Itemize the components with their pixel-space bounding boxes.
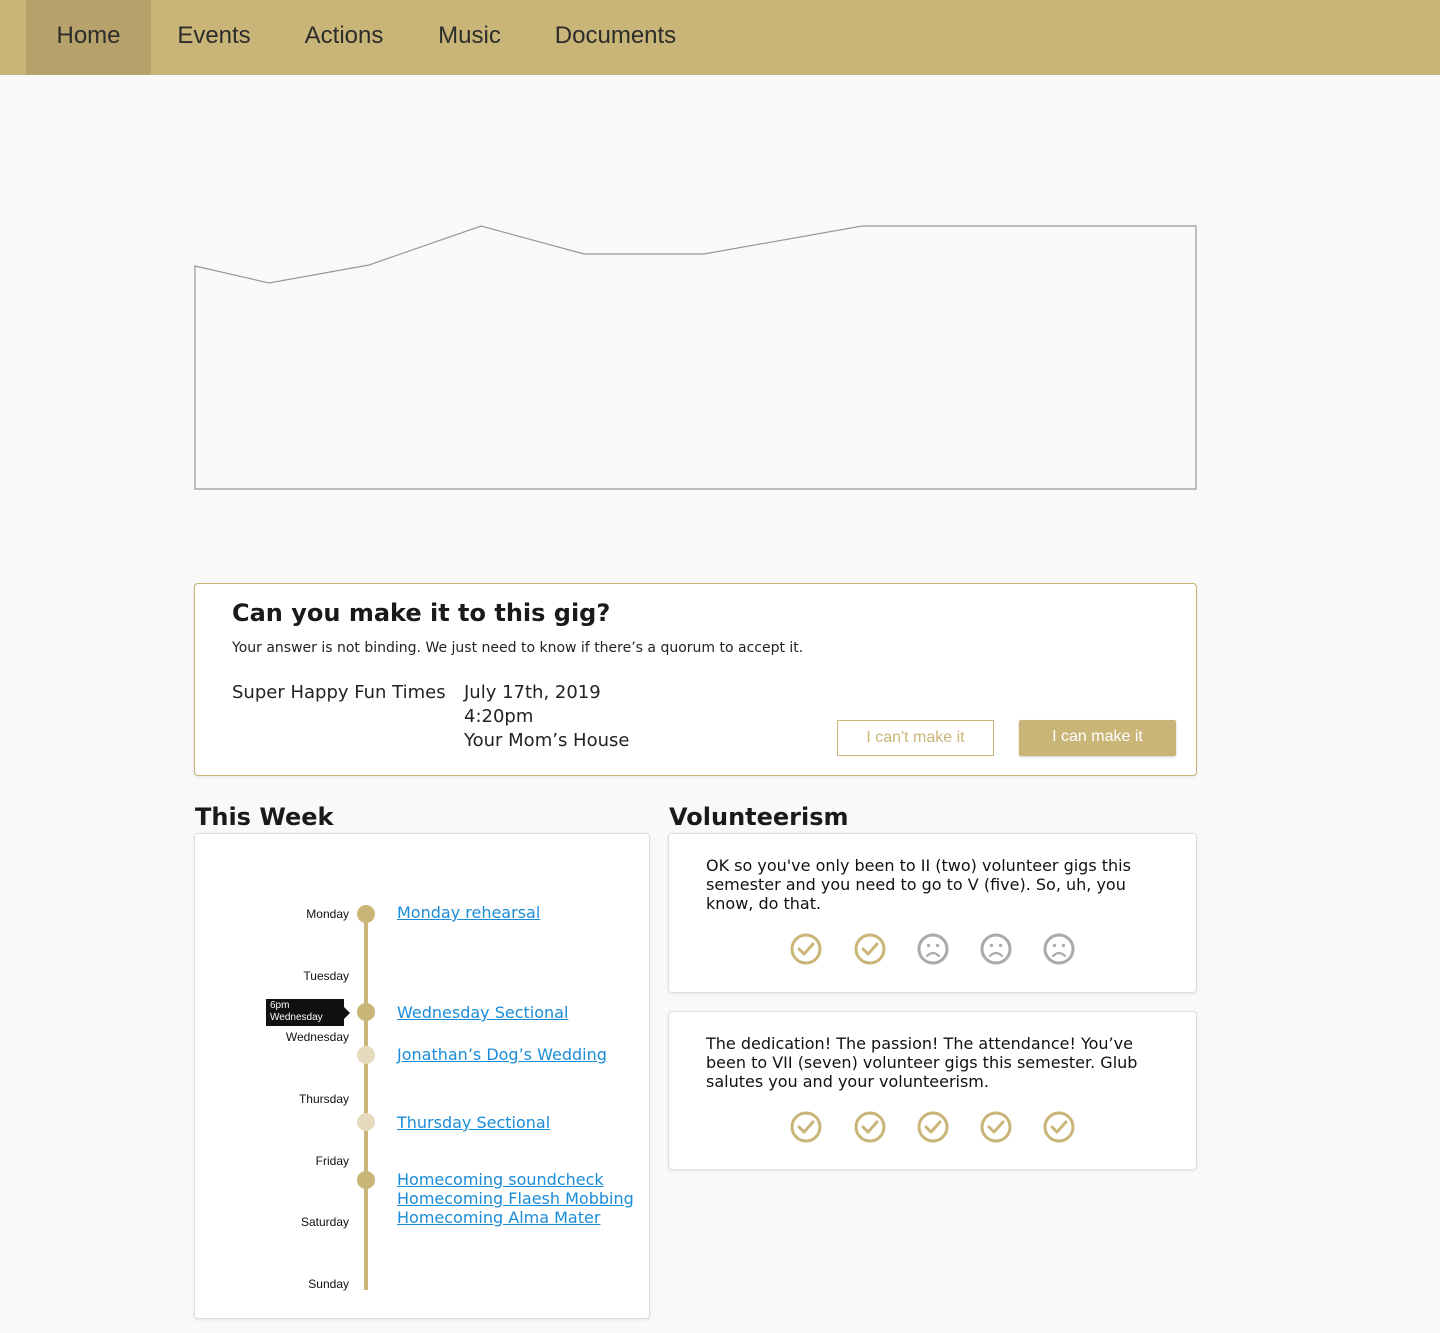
this-week-card: Monday Tuesday Wednesday Thursday Friday…: [194, 833, 650, 1319]
gig-time: 4:20pm: [464, 706, 534, 727]
nav-documents[interactable]: Documents: [528, 0, 703, 75]
event-link[interactable]: Jonathan’s Dog’s Wedding: [397, 1045, 607, 1064]
event-link[interactable]: Homecoming Flaesh Mobbing: [397, 1189, 634, 1208]
nav-events[interactable]: Events: [151, 0, 277, 75]
day-label-saturday: Saturday: [300, 1215, 349, 1229]
nav-home[interactable]: Home: [26, 0, 151, 75]
volunteer-message: The dedication! The passion! The attenda…: [706, 1034, 1138, 1091]
gig-date: July 17th, 2019: [464, 682, 601, 703]
event-link[interactable]: Monday rehearsal: [397, 903, 540, 922]
check-circle-icon: [854, 1111, 886, 1143]
day-label-tuesday: Tuesday: [303, 969, 349, 983]
gig-title: Can you make it to this gig?: [232, 599, 611, 627]
event-link[interactable]: Thursday Sectional: [397, 1113, 550, 1132]
sad-face-icon: [1043, 933, 1075, 965]
volunteer-card: The dedication! The passion! The attenda…: [668, 1011, 1197, 1170]
volunteer-icon-row: [789, 932, 1089, 968]
day-label-thursday: Thursday: [298, 1092, 349, 1106]
check-circle-icon: [790, 1111, 822, 1143]
day-label-sunday: Sunday: [308, 1277, 349, 1291]
gig-name: Super Happy Fun Times: [232, 682, 446, 703]
timeline-line: [364, 914, 368, 1290]
top-nav: Home Events Actions Music Documents: [0, 0, 1440, 75]
timeline-dot[interactable]: [357, 1113, 375, 1131]
check-circle-icon: [980, 1111, 1012, 1143]
this-week-title: This Week: [195, 803, 334, 831]
day-label-wednesday: Wednesday: [285, 1030, 349, 1044]
event-link[interactable]: Homecoming soundcheck: [397, 1170, 604, 1189]
timeline-dot[interactable]: [357, 1046, 375, 1064]
timeline-dot[interactable]: [357, 905, 375, 923]
volunteer-icon-row: [789, 1110, 1089, 1146]
gig-card: Can you make it to this gig? Your answer…: [194, 583, 1197, 776]
gig-location: Your Mom’s House: [464, 730, 630, 751]
sad-face-icon: [980, 933, 1012, 965]
can-make-it-button[interactable]: I can make it: [1019, 720, 1176, 756]
volunteer-card: OK so you've only been to II (two) volun…: [668, 833, 1197, 993]
nav-music[interactable]: Music: [411, 0, 528, 75]
timeline-tooltip: 6pm Wednesday: [266, 999, 350, 1026]
tooltip-day: Wednesday: [270, 1012, 323, 1023]
nav-actions[interactable]: Actions: [277, 0, 411, 75]
day-label-monday: Monday: [306, 907, 349, 921]
check-circle-icon: [854, 933, 886, 965]
gig-subtitle: Your answer is not binding. We just need…: [232, 640, 804, 656]
event-link[interactable]: Homecoming Alma Mater: [397, 1208, 600, 1227]
day-label-friday: Friday: [315, 1154, 349, 1168]
volunteerism-title: Volunteerism: [669, 803, 849, 831]
check-circle-icon: [1043, 1111, 1075, 1143]
timeline-dot[interactable]: [357, 1003, 375, 1021]
check-circle-icon: [917, 1111, 949, 1143]
outline-graphic-shape: [194, 225, 1197, 490]
outline-graphic: [194, 225, 1197, 490]
check-circle-icon: [790, 933, 822, 965]
sad-face-icon: [917, 933, 949, 965]
tooltip-time: 6pm: [270, 1000, 290, 1011]
event-link[interactable]: Wednesday Sectional: [397, 1003, 568, 1022]
volunteer-message: OK so you've only been to II (two) volun…: [706, 856, 1131, 913]
timeline-dot[interactable]: [357, 1171, 375, 1189]
cant-make-it-button[interactable]: I can't make it: [837, 720, 994, 756]
